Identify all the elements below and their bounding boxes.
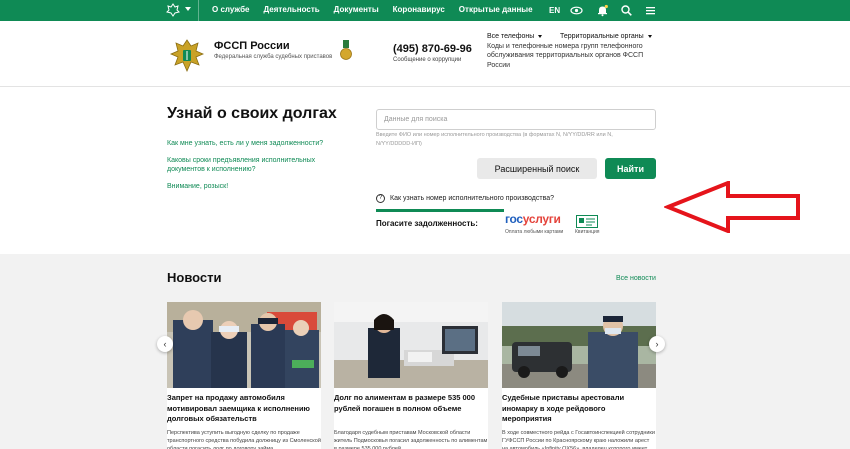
- debt-search-section: Узнай о своих долгах Как мне узнать, ест…: [0, 88, 850, 254]
- how-to-find-number-link[interactable]: ? Как узнать номер исполнительного произ…: [376, 194, 554, 203]
- top-nav-links: О службе Деятельность Документы Коронави…: [212, 5, 533, 14]
- gosuslugi-caption: Оплата любыми картами: [505, 229, 564, 235]
- org-name[interactable]: ФССП России: [214, 40, 290, 52]
- fssp-emblem-logo-icon[interactable]: [168, 37, 206, 75]
- question-icon: ?: [376, 194, 385, 203]
- news-card[interactable]: Запрет на продажу автомобиля мотивировал…: [167, 302, 321, 449]
- news-photo-officer-car[interactable]: [502, 302, 656, 388]
- search-hint: Введите ФИО или номер исполнительного пр…: [376, 132, 613, 147]
- news-photo-officer-desk[interactable]: [334, 302, 488, 388]
- gosuslugi-part2: услуги: [522, 212, 561, 226]
- all-phones-label: Все телефоны: [487, 33, 535, 40]
- nav-link-about[interactable]: О службе: [212, 5, 249, 14]
- anticorruption-phone[interactable]: (495) 870-69-96: [393, 43, 472, 55]
- chevron-down-icon[interactable]: [185, 7, 191, 11]
- gosuslugi-part1: гос: [505, 212, 523, 226]
- site-header: ФССП России Федеральная служба судебных …: [0, 21, 850, 87]
- carousel-next-button[interactable]: ›: [649, 336, 665, 352]
- pay-debt-label: Погасите задолженность:: [376, 219, 478, 228]
- chevron-right-icon: ›: [655, 339, 659, 349]
- menu-icon[interactable]: [644, 4, 657, 17]
- pay-divider: [376, 209, 504, 212]
- territorial-bodies-dropdown[interactable]: Территориальные органы: [560, 33, 652, 40]
- nav-link-coronavirus[interactable]: Коронавирус: [393, 5, 445, 14]
- receipt-caption: Квитанция: [575, 229, 600, 235]
- search-icon[interactable]: [620, 4, 633, 17]
- chevron-down-icon: [647, 35, 652, 38]
- faq-link-deadlines[interactable]: Каковы сроки предъявления исполнительных…: [167, 156, 337, 175]
- bell-icon[interactable]: [596, 4, 609, 17]
- org-subtitle: Федеральная служба судебных приставов: [214, 54, 333, 60]
- medal-icon: [340, 40, 352, 60]
- news-section: Новости Все новости Запрет на продажу ав…: [0, 254, 850, 449]
- fssp-emblem-icon[interactable]: [166, 3, 180, 17]
- news-card[interactable]: Судебные приставы арестовали иномарку в …: [502, 302, 656, 449]
- phone-codes-link[interactable]: Коды и телефонные номера групп телефонно…: [487, 42, 657, 70]
- search-input[interactable]: [376, 109, 656, 130]
- all-phones-dropdown[interactable]: Все телефоны: [487, 33, 543, 40]
- news-card-title[interactable]: Долг по алиментам в размере 535 000 рубл…: [334, 393, 488, 414]
- gosuslugi-logo[interactable]: госуслуги: [505, 212, 561, 226]
- advanced-search-button[interactable]: Расширенный поиск: [477, 158, 597, 179]
- top-navigation-bar: О службе Деятельность Документы Коронави…: [0, 0, 850, 21]
- news-card-title[interactable]: Судебные приставы арестовали иномарку в …: [502, 393, 656, 425]
- nav-link-open-data[interactable]: Открытые данные: [459, 5, 533, 14]
- nav-link-activity[interactable]: Деятельность: [263, 5, 319, 14]
- news-card-text: Благодаря судебным приставам Московской …: [334, 430, 488, 449]
- all-news-link[interactable]: Все новости: [616, 275, 656, 282]
- divider: [198, 0, 199, 21]
- annotation-arrow-icon: [664, 181, 800, 233]
- nav-link-documents[interactable]: Документы: [334, 5, 379, 14]
- territorial-bodies-label: Территориальные органы: [560, 33, 644, 40]
- chevron-down-icon: [538, 35, 543, 38]
- news-photo-officers[interactable]: [167, 302, 321, 388]
- news-card-text: Перспектива уступить выгодную сделку по …: [167, 430, 321, 449]
- news-card[interactable]: Долг по алиментам в размере 535 000 рубл…: [334, 302, 488, 449]
- news-card-text: В ходе совместного рейда с Госавтоинспек…: [502, 430, 655, 449]
- chevron-left-icon: ‹: [163, 339, 167, 349]
- page-title: Узнай о своих долгах: [167, 105, 337, 122]
- receipt-icon[interactable]: [576, 215, 598, 228]
- faq-link-debts[interactable]: Как мне узнать, есть ли у меня задолженн…: [167, 139, 337, 148]
- find-button[interactable]: Найти: [605, 158, 656, 179]
- how-to-find-number-label: Как узнать номер исполнительного произво…: [390, 195, 555, 202]
- language-switch[interactable]: EN: [549, 0, 560, 21]
- news-title: Новости: [167, 270, 222, 285]
- news-card-title[interactable]: Запрет на продажу автомобиля мотивировал…: [167, 393, 321, 425]
- carousel-prev-button[interactable]: ‹: [157, 336, 173, 352]
- eye-icon[interactable]: [570, 4, 583, 17]
- phone-caption: Сообщение о коррупции: [393, 57, 462, 63]
- wanted-link[interactable]: Внимание, розыск!: [167, 182, 337, 191]
